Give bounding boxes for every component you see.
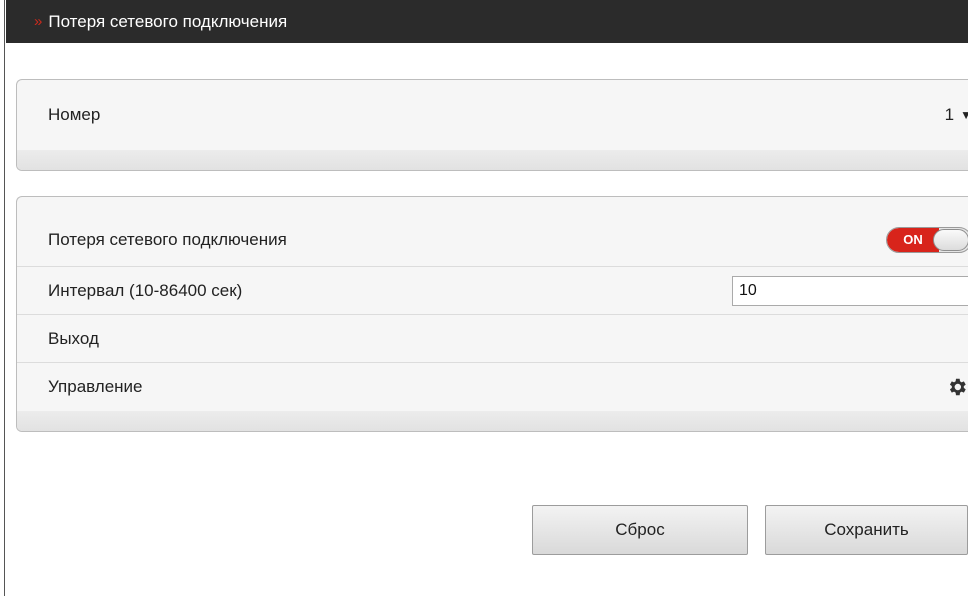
save-button[interactable]: Сохранить: [765, 505, 968, 555]
panel-footer: [17, 411, 968, 431]
number-select[interactable]: 1 ▼: [945, 105, 968, 125]
caret-down-icon: ▼: [960, 108, 968, 122]
network-loss-label: Потеря сетевого подключения: [48, 229, 287, 249]
control-row: Управление: [17, 363, 968, 411]
settings-panel: Потеря сетевого подключения ON Интервал …: [16, 196, 968, 432]
toggle-on-label: ON: [887, 227, 939, 252]
reset-button[interactable]: Сброс: [532, 505, 748, 555]
interval-input[interactable]: [732, 275, 968, 306]
interval-label: Интервал (10-86400 сек): [48, 280, 243, 300]
toggle-knob: [933, 228, 968, 251]
number-panel: Номер 1 ▼: [16, 79, 968, 171]
section-title: Потеря сетевого подключения: [48, 11, 288, 31]
output-label: Выход: [48, 328, 99, 348]
number-row: Номер 1 ▼: [17, 80, 968, 150]
interval-row: Интервал (10-86400 сек): [17, 267, 968, 315]
number-value: 1: [944, 105, 955, 124]
network-loss-toggle[interactable]: ON: [886, 226, 968, 253]
output-row: Выход: [17, 315, 968, 363]
number-label: Номер: [48, 105, 101, 124]
gear-icon[interactable]: [946, 376, 968, 398]
chevron-icon: »: [34, 13, 42, 30]
window-left-border: [0, 0, 5, 596]
network-loss-row: Потеря сетевого подключения ON: [17, 197, 968, 267]
section-header: » Потеря сетевого подключения: [6, 0, 968, 43]
control-label: Управление: [48, 377, 143, 396]
panel-footer: [17, 150, 968, 170]
